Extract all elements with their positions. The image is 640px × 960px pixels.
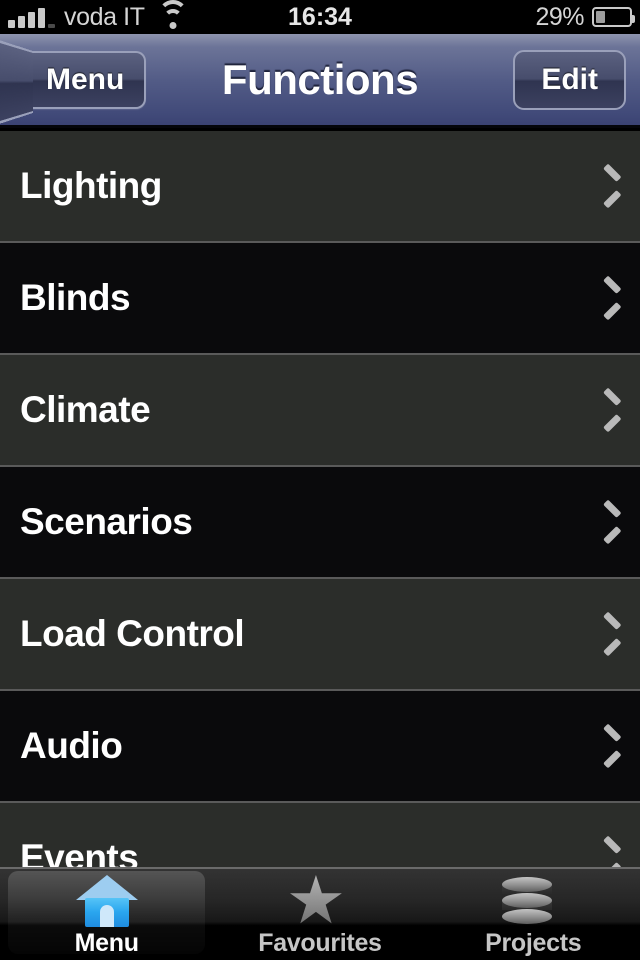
tab-bar: Menu Favourites Projects [0,867,640,960]
list-item[interactable]: Climate [0,355,640,467]
tab-menu[interactable]: Menu [0,869,213,958]
clock-label: 16:34 [288,2,352,31]
chevron-right-icon [598,729,620,763]
list-item[interactable]: Lighting [0,131,640,243]
star-icon [289,875,351,927]
tab-projects-label: Projects [485,929,582,957]
list-item-label: Climate [20,389,151,430]
list-item[interactable]: Blinds [0,243,640,355]
back-button-label: Menu [46,62,125,96]
tab-menu-label: Menu [74,929,139,957]
house-icon [75,875,138,927]
tab-favourites[interactable]: Favourites [213,869,426,958]
chevron-right-icon [598,505,620,539]
tab-favourites-label: Favourites [258,929,382,957]
list-item[interactable]: Events [0,803,640,868]
database-icon [502,875,564,927]
list-item-label: Scenarios [20,501,193,542]
back-button[interactable]: Menu [12,50,147,109]
list-item-label: Load Control [20,613,245,654]
status-bar: voda IT 16:34 29% [0,0,640,34]
list-item-label: Audio [20,725,123,766]
chevron-right-icon [598,169,620,203]
list-item-label: Lighting [20,165,162,206]
list-item-label: Events [20,837,139,868]
app-screen: voda IT 16:34 29% Menu Functions Edit Li… [0,0,640,960]
battery-icon [592,7,635,27]
list-item[interactable]: Audio [0,691,640,803]
functions-list[interactable]: Lighting Blinds Climate Scenarios Load C… [0,131,640,868]
chevron-right-icon [598,393,620,427]
chevron-right-icon [598,841,620,868]
chevron-right-icon [598,617,620,651]
tab-projects[interactable]: Projects [427,869,640,958]
list-item[interactable]: Load Control [0,579,640,691]
battery-fill [596,11,606,23]
list-item-label: Blinds [20,277,131,318]
chevron-right-icon [598,281,620,315]
list-item[interactable]: Scenarios [0,467,640,579]
navigation-bar: Menu Functions Edit [0,34,640,128]
